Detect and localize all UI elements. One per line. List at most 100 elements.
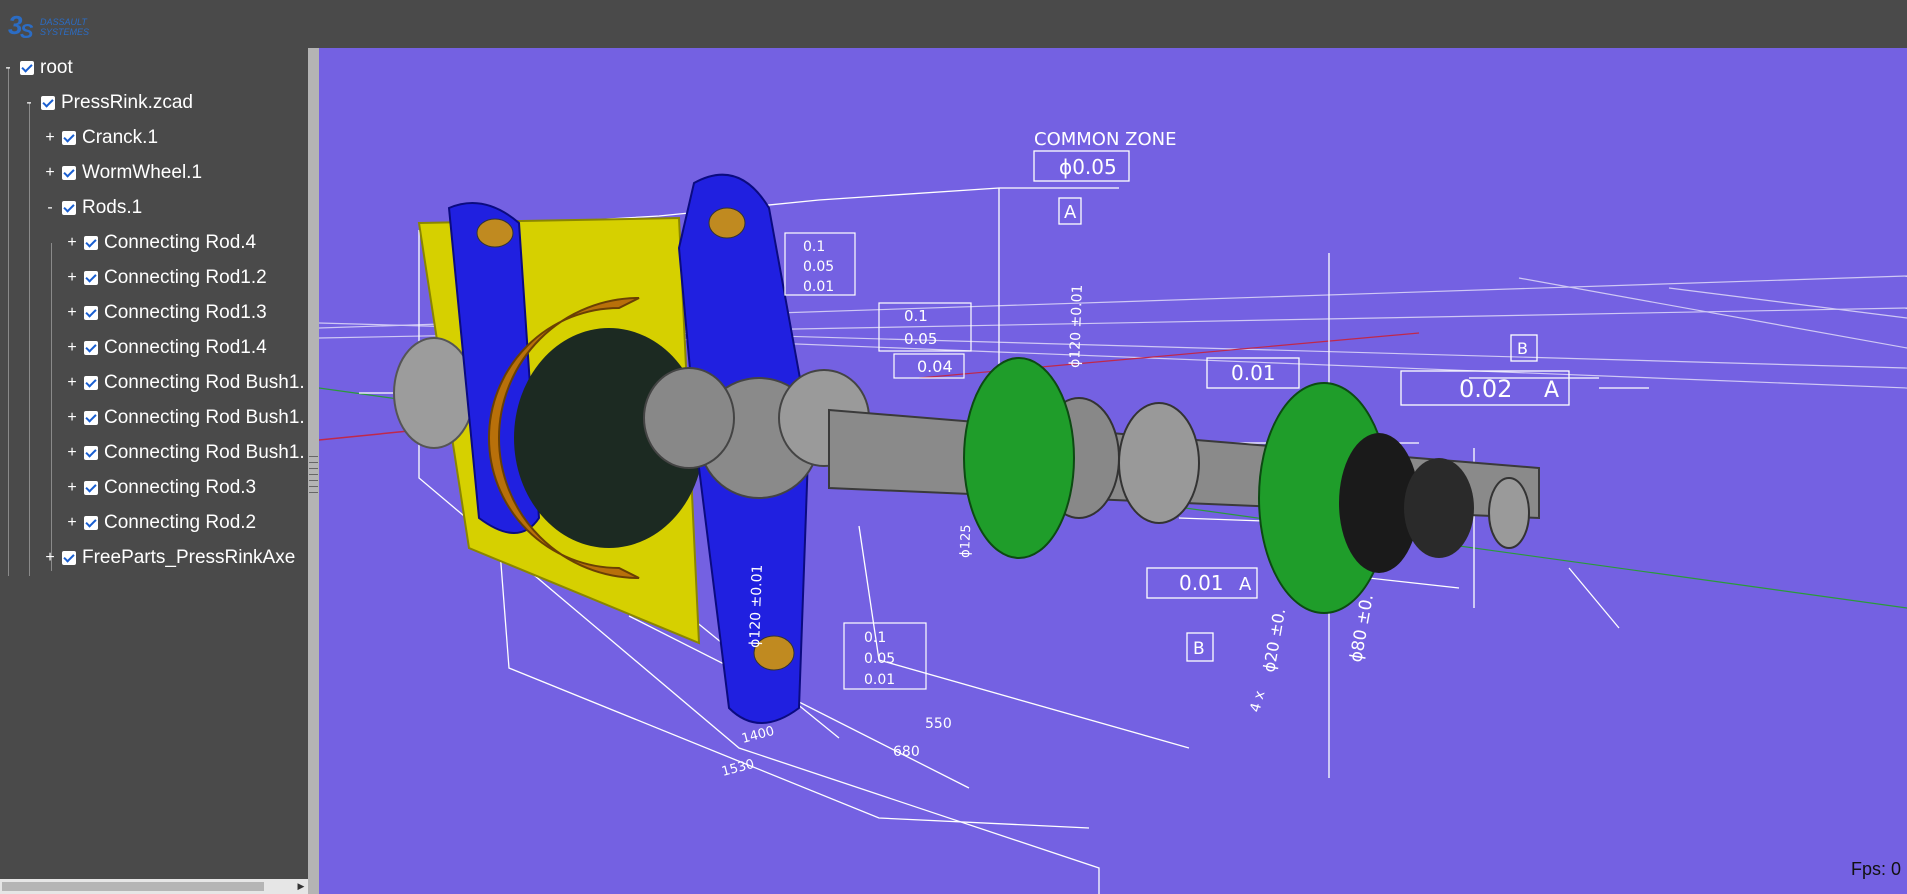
tree-node-freeparts[interactable]: + FreeParts_PressRinkAxe: [42, 541, 295, 575]
svg-text:SYSTEMES: SYSTEMES: [40, 27, 89, 37]
green-flange-part[interactable]: [963, 357, 1075, 559]
tree-node-connecting-rod-bush-c[interactable]: + Connecting Rod Bush1.: [64, 436, 305, 470]
dimension-label: ϕ120 ±0.01: [1067, 284, 1086, 368]
tree-guide-line: [29, 103, 30, 576]
bearing-part[interactable]: [1118, 402, 1200, 524]
3ds-logo-icon: 3 S DASSAULT SYSTEMES: [8, 10, 89, 40]
expand-toggle[interactable]: +: [64, 480, 80, 496]
datum-label: A: [1544, 378, 1559, 403]
dimension-label: 4 x: [1247, 689, 1268, 714]
tree-guide-line: [51, 243, 52, 571]
tree-node-label: Connecting Rod.2: [104, 512, 257, 533]
panel-splitter[interactable]: [308, 48, 319, 894]
collapse-toggle[interactable]: -: [0, 60, 16, 76]
visibility-checkbox[interactable]: [62, 201, 76, 215]
fcf-label: 0.05: [803, 259, 834, 275]
rod-bush-part[interactable]: [708, 207, 746, 239]
visibility-checkbox[interactable]: [62, 166, 76, 180]
expand-toggle[interactable]: +: [64, 270, 80, 286]
tree-panel: - root - PressRink.zcad + Cranck.1 + Wor…: [0, 48, 308, 894]
shaft-disc-part[interactable]: [643, 367, 735, 469]
expand-toggle[interactable]: +: [64, 445, 80, 461]
dimension-label: 680: [893, 744, 920, 760]
expand-toggle[interactable]: +: [64, 375, 80, 391]
tree-node-root[interactable]: - root: [0, 51, 72, 85]
visibility-checkbox[interactable]: [84, 516, 98, 530]
fcf-label: 0.01: [864, 672, 895, 688]
bearing-dark-part[interactable]: [1404, 458, 1474, 558]
visibility-checkbox[interactable]: [84, 446, 98, 460]
svg-text:S: S: [20, 21, 34, 40]
tree-node-connecting-rod1-3[interactable]: + Connecting Rod1.3: [64, 296, 267, 330]
fcf-label: 0.1: [803, 239, 825, 255]
tree-node-rods[interactable]: - Rods.1: [42, 191, 142, 225]
tree-node-cranck[interactable]: + Cranck.1: [42, 121, 158, 155]
tree-node-label: Cranck.1: [82, 127, 159, 148]
tree-node-connecting-rod-3[interactable]: + Connecting Rod.3: [64, 471, 256, 505]
datum-label: A: [1064, 202, 1077, 223]
left-bearing-part[interactable]: [393, 337, 475, 449]
dimension-label: ϕ120 ±0.01: [747, 564, 766, 648]
datum-label: A: [1239, 574, 1252, 595]
collapse-toggle[interactable]: -: [42, 200, 58, 216]
visibility-checkbox[interactable]: [84, 306, 98, 320]
tree-node-connecting-rod1-4[interactable]: + Connecting Rod1.4: [64, 331, 267, 365]
scrollbar-thumb[interactable]: [2, 882, 264, 891]
scroll-right-arrow-icon[interactable]: ▶: [294, 879, 308, 894]
expand-toggle[interactable]: +: [42, 130, 58, 146]
visibility-checkbox[interactable]: [62, 551, 76, 565]
visibility-checkbox[interactable]: [84, 481, 98, 495]
visibility-checkbox[interactable]: [84, 376, 98, 390]
tree-node-label: Connecting Rod Bush1.: [104, 372, 305, 393]
visibility-checkbox[interactable]: [84, 271, 98, 285]
visibility-checkbox[interactable]: [41, 96, 55, 110]
tree-node-pressrink[interactable]: - PressRink.zcad: [21, 86, 193, 120]
visibility-checkbox[interactable]: [84, 341, 98, 355]
expand-toggle[interactable]: +: [64, 515, 80, 531]
visibility-checkbox[interactable]: [62, 131, 76, 145]
visibility-checkbox[interactable]: [20, 61, 34, 75]
svg-text:DASSAULT: DASSAULT: [40, 17, 88, 27]
visibility-checkbox[interactable]: [84, 236, 98, 250]
expand-toggle[interactable]: +: [42, 550, 58, 566]
tree-node-label: Connecting Rod.3: [104, 477, 257, 498]
tree-node-connecting-rod-bush-a[interactable]: + Connecting Rod Bush1.: [64, 366, 305, 400]
3d-viewport[interactable]: COMMON ZONE ϕ0.05 A 0.1 0.05 0.01 0.1 0.…: [319, 48, 1907, 894]
expand-toggle[interactable]: +: [64, 410, 80, 426]
tree-node-connecting-rod-2[interactable]: + Connecting Rod.2: [64, 506, 256, 540]
fcf-label: 0.1: [864, 630, 886, 646]
fcf-label: 0.05: [904, 330, 937, 348]
fcf-label: 0.01: [1231, 361, 1276, 385]
fcf-label: 0.01: [803, 279, 834, 295]
tree-node-label: FreeParts_PressRinkAxe: [82, 547, 296, 568]
dimension-label: ϕ20 ±0.: [1259, 607, 1289, 674]
collapse-toggle[interactable]: -: [21, 95, 37, 111]
tolerance-label: ϕ0.05: [1059, 155, 1117, 179]
fcf-label: 0.01: [1179, 571, 1224, 595]
tree-node-label: Connecting Rod Bush1.: [104, 407, 305, 428]
expand-toggle[interactable]: +: [64, 340, 80, 356]
visibility-checkbox[interactable]: [84, 411, 98, 425]
shaft-end-part[interactable]: [1488, 477, 1530, 549]
expand-toggle[interactable]: +: [64, 305, 80, 321]
3d-scene: COMMON ZONE ϕ0.05 A 0.1 0.05 0.01 0.1 0.…: [319, 129, 1907, 894]
rod-bush-part[interactable]: [476, 218, 514, 248]
expand-toggle[interactable]: +: [42, 165, 58, 181]
dimension-label: 550: [925, 716, 952, 732]
tree-node-connecting-rod1-2[interactable]: + Connecting Rod1.2: [64, 261, 267, 295]
tree-node-connecting-rod-4[interactable]: + Connecting Rod.4: [64, 226, 256, 260]
expand-toggle[interactable]: +: [64, 235, 80, 251]
fcf-label: 0.1: [904, 307, 928, 325]
tree-node-connecting-rod-bush-b[interactable]: + Connecting Rod Bush1.: [64, 401, 305, 435]
horizontal-scrollbar[interactable]: ◀ ▶: [0, 879, 308, 894]
dimension-label: ϕ125: [958, 524, 974, 558]
fps-counter: Fps: 0: [1850, 859, 1901, 879]
tree-node-wormwheel[interactable]: + WormWheel.1: [42, 156, 202, 190]
tree-node-label: Connecting Rod1.2: [104, 267, 267, 288]
tree-node-label: Connecting Rod1.3: [104, 302, 267, 323]
datum-label: B: [1193, 639, 1205, 659]
tree-node-label: Connecting Rod Bush1.: [104, 442, 305, 463]
splitter-grip-icon[interactable]: [309, 456, 318, 496]
top-bar: 3 S DASSAULT SYSTEMES: [0, 0, 1907, 48]
tree-node-label: Connecting Rod1.4: [104, 337, 267, 358]
